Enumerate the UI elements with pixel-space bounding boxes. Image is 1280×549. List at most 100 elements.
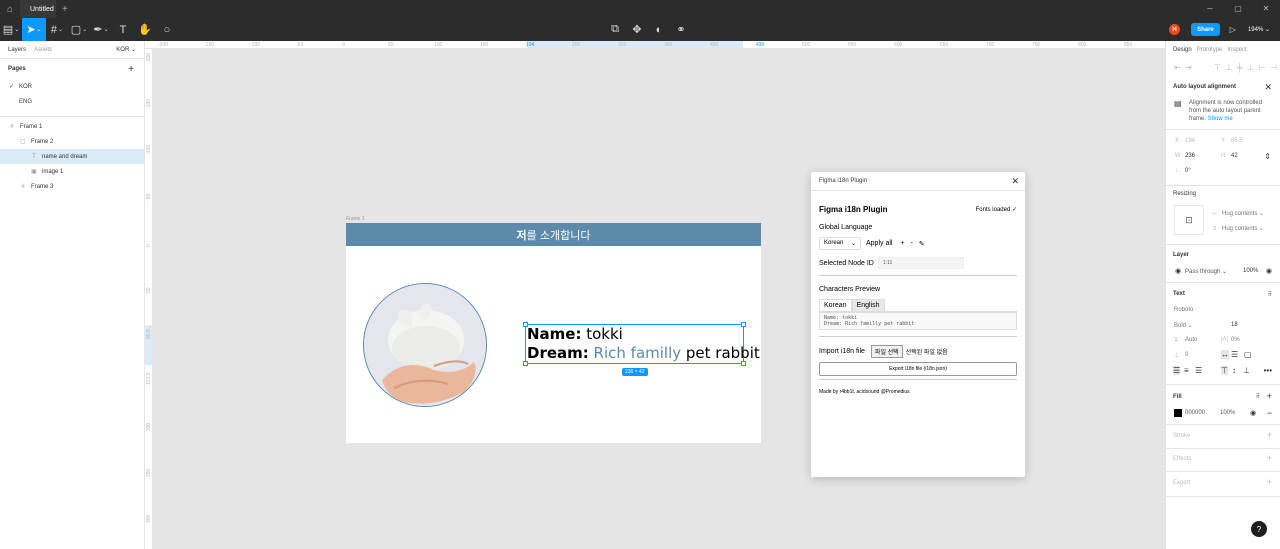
text-tool-icon[interactable]: T — [112, 18, 134, 41]
minimize-icon[interactable]: ─ — [1196, 0, 1224, 18]
resize-handle-bl[interactable] — [523, 361, 528, 366]
fill-hex[interactable]: 000000 — [1185, 410, 1205, 416]
layer-frame-2[interactable]: ▢ Frame 2 — [0, 134, 144, 149]
add-effect-icon[interactable]: + — [1267, 453, 1272, 463]
w-value[interactable]: 236 — [1185, 153, 1195, 159]
selected-node-input[interactable]: 1:11 — [877, 257, 964, 269]
frame-label[interactable]: Frame 1 — [346, 216, 365, 222]
paragraph-spacing[interactable]: 0 — [1185, 352, 1188, 358]
page-selector[interactable]: KOR ⌄ — [116, 46, 136, 53]
home-icon[interactable]: ⌂ — [0, 4, 20, 15]
link-icon[interactable]: ⚭ — [670, 18, 692, 41]
font-size[interactable]: 18 — [1231, 322, 1238, 328]
resizing-widget[interactable]: ⊡ — [1174, 205, 1204, 235]
layer-image-1[interactable]: ▣ image 1 — [0, 164, 144, 179]
mask-icon[interactable]: ◐ — [648, 18, 670, 41]
layer-frame-3[interactable]: # Frame 3 — [0, 179, 144, 194]
resize-handle-br[interactable] — [741, 361, 746, 366]
hand-tool-icon[interactable]: ✋ — [134, 18, 156, 41]
more-icon[interactable]: ••• — [1264, 366, 1272, 375]
choose-file-button[interactable]: 파일 선택 — [870, 345, 903, 358]
show-me-link[interactable]: Show me — [1208, 116, 1233, 122]
add-page-icon[interactable]: + — [128, 64, 134, 75]
move-tool-icon[interactable]: ➤ ⌄ — [22, 18, 46, 41]
export-button[interactable]: Export i18n file (i18n.json) — [819, 362, 1017, 376]
characters-preview-box[interactable]: Name: tokki Dream: Rich familly pet rabb… — [819, 312, 1017, 330]
align-bottom-icon[interactable]: ⊥ — [1243, 366, 1250, 375]
tab-design[interactable]: Design — [1173, 47, 1192, 53]
present-icon[interactable]: ▷ — [1230, 25, 1236, 34]
help-button[interactable]: ? — [1251, 521, 1267, 537]
remove-icon[interactable]: - — [911, 240, 913, 247]
add-export-icon[interactable]: + — [1267, 477, 1272, 487]
page-item-kor[interactable]: ✓ KOR — [0, 79, 144, 94]
language-select[interactable]: Korean ⌄ — [819, 237, 861, 250]
file-tab[interactable]: Untitled — [20, 0, 56, 18]
layer-frame-1[interactable]: # Frame 1 — [0, 119, 144, 134]
fill-styles-icon[interactable]: ⠿ — [1256, 393, 1260, 400]
tab-assets[interactable]: Assets — [34, 47, 52, 53]
page-item-eng[interactable]: ENG — [0, 94, 144, 109]
layer-opacity[interactable]: 100% — [1243, 268, 1258, 274]
align-middle-icon[interactable]: ↕ — [1232, 366, 1236, 375]
new-tab-button[interactable]: + — [62, 4, 68, 15]
shape-tool-icon[interactable]: ▢ ⌄ — [68, 18, 90, 41]
y-value[interactable]: 85.5 — [1231, 138, 1243, 144]
font-weight-select[interactable]: Bold ⌄ — [1174, 322, 1193, 329]
remove-fill-icon[interactable]: − — [1267, 408, 1272, 418]
comment-tool-icon[interactable]: ○ — [156, 18, 178, 41]
align-center-icon[interactable]: ≡ — [1184, 366, 1189, 375]
avatar[interactable]: H — [1169, 24, 1181, 35]
tab-prototype[interactable]: Prototype — [1197, 47, 1223, 53]
close-icon[interactable]: ✕ — [1264, 82, 1272, 93]
resize-handle-tl[interactable] — [523, 322, 528, 327]
blend-mode-select[interactable]: Pass through ⌄ — [1185, 268, 1227, 275]
align-toolbar-icons[interactable]: ⇤ ⇥ ⊤ ⊥ ╪ ⊥ ⊢ ⊣ — [1174, 63, 1277, 72]
layer-name-and-dream[interactable]: Tname and dream — [0, 149, 144, 164]
plugin-header[interactable]: Figma i18n Plugin ✕ — [811, 172, 1025, 191]
close-window-icon[interactable]: ✕ — [1252, 0, 1280, 18]
fixed-size-icon[interactable]: ▢ — [1244, 350, 1252, 359]
fill-opacity[interactable]: 100% — [1220, 410, 1235, 416]
add-stroke-icon[interactable]: + — [1267, 430, 1272, 440]
rotation-value[interactable]: 0° — [1185, 168, 1191, 174]
tab-layers[interactable]: Layers — [8, 47, 26, 53]
component-icon[interactable]: ✥ — [626, 18, 648, 41]
tab-korean[interactable]: Korean — [819, 299, 852, 311]
hug-contents-horizontal[interactable]: Hug contents ⌄ — [1222, 210, 1264, 217]
zoom-level[interactable]: 194% ⌄ — [1248, 26, 1270, 33]
frame-1[interactable]: 저를 소개합니다 Name: tokki Dream: Rich familly… — [346, 223, 761, 443]
x-value[interactable]: 194 — [1185, 138, 1195, 144]
main-menu-icon[interactable]: ▤ ⌄ — [0, 18, 22, 41]
maximize-icon[interactable]: ▢ — [1224, 0, 1252, 18]
frame-tool-icon[interactable]: # ⌄ — [46, 18, 68, 41]
add-fill-icon[interactable]: + — [1267, 391, 1272, 401]
close-icon[interactable]: ✕ — [1011, 176, 1019, 187]
share-button[interactable]: Share — [1191, 23, 1220, 36]
h-value[interactable]: 42 — [1231, 153, 1238, 159]
resize-handle-tr[interactable] — [741, 322, 746, 327]
edit-icon[interactable]: ✎ — [919, 240, 925, 248]
hug-contents-vertical[interactable]: Hug contents ⌄ — [1222, 225, 1264, 232]
tab-inspect[interactable]: Inspect — [1227, 47, 1246, 53]
align-right-icon[interactable]: ☰ — [1195, 366, 1202, 375]
text-styles-icon[interactable]: ⠿ — [1268, 291, 1272, 298]
align-left-icon[interactable]: ☰ — [1173, 366, 1181, 375]
auto-width-icon[interactable]: ↔ — [1221, 350, 1229, 359]
constrain-proportions-icon[interactable]: ⇕ — [1264, 152, 1271, 161]
fill-color-swatch[interactable] — [1174, 409, 1182, 417]
eye-icon[interactable]: ◉ — [1250, 409, 1256, 417]
add-icon[interactable]: + — [900, 240, 904, 247]
align-top-icon[interactable]: ⊤ — [1221, 366, 1228, 375]
line-height[interactable]: Auto — [1185, 337, 1197, 343]
letter-spacing[interactable]: 0% — [1231, 337, 1240, 343]
pen-tool-icon[interactable]: ✒ ⌄ — [90, 18, 112, 41]
apply-all-button[interactable]: Apply all — [866, 240, 892, 247]
eye-icon[interactable]: ◉ — [1266, 267, 1272, 275]
auto-height-icon[interactable]: ☰ — [1231, 350, 1238, 359]
font-family[interactable]: Roboto — [1174, 307, 1193, 313]
name-and-dream-text[interactable]: Name: tokki Dream: Rich familly pet rabb… — [523, 322, 760, 366]
crop-icon[interactable]: ⧉ — [604, 18, 626, 41]
tab-english[interactable]: English — [851, 299, 885, 311]
rabbit-image[interactable] — [363, 283, 487, 407]
